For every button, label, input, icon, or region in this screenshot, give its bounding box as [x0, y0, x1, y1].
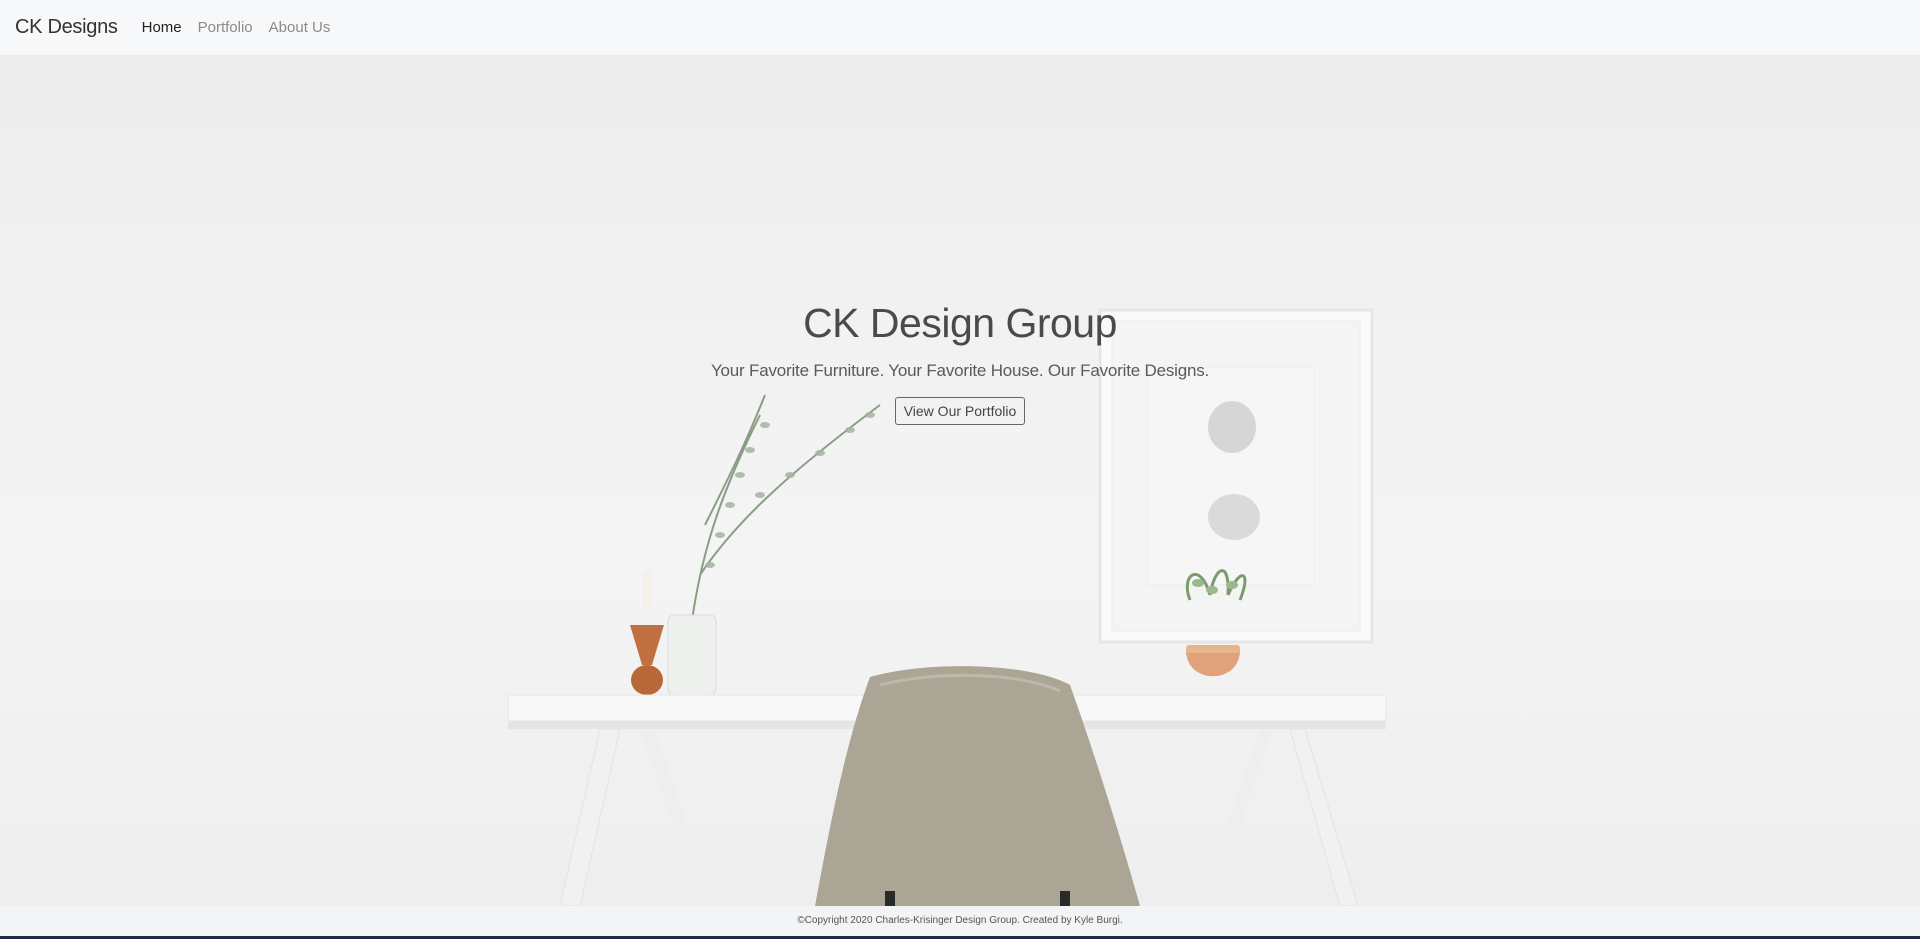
candle-holder — [630, 570, 664, 695]
nav-link-portfolio[interactable]: Portfolio — [198, 19, 253, 36]
hero-background-image — [507, 308, 1387, 906]
nav-link-about-us[interactable]: About Us — [269, 19, 331, 36]
view-portfolio-button[interactable]: View Our Portfolio — [894, 397, 1026, 425]
navbar: CK Designs Home Portfolio About Us — [0, 0, 1920, 55]
copyright-text: ©Copyright 2020 Charles-Krisinger Design… — [797, 915, 1123, 926]
hero-content: CK Design Group Your Favorite Furniture.… — [0, 300, 1920, 425]
hero-subtitle: Your Favorite Furniture. Your Favorite H… — [710, 361, 1210, 380]
glass-jar — [667, 614, 717, 696]
footer: ©Copyright 2020 Charles-Krisinger Design… — [0, 906, 1920, 936]
hero-title: CK Design Group — [803, 300, 1117, 346]
nav-link-home[interactable]: Home — [142, 19, 182, 36]
brand-logo[interactable]: CK Designs — [15, 16, 118, 39]
hero-section: CK Design Group Your Favorite Furniture.… — [0, 55, 1920, 906]
